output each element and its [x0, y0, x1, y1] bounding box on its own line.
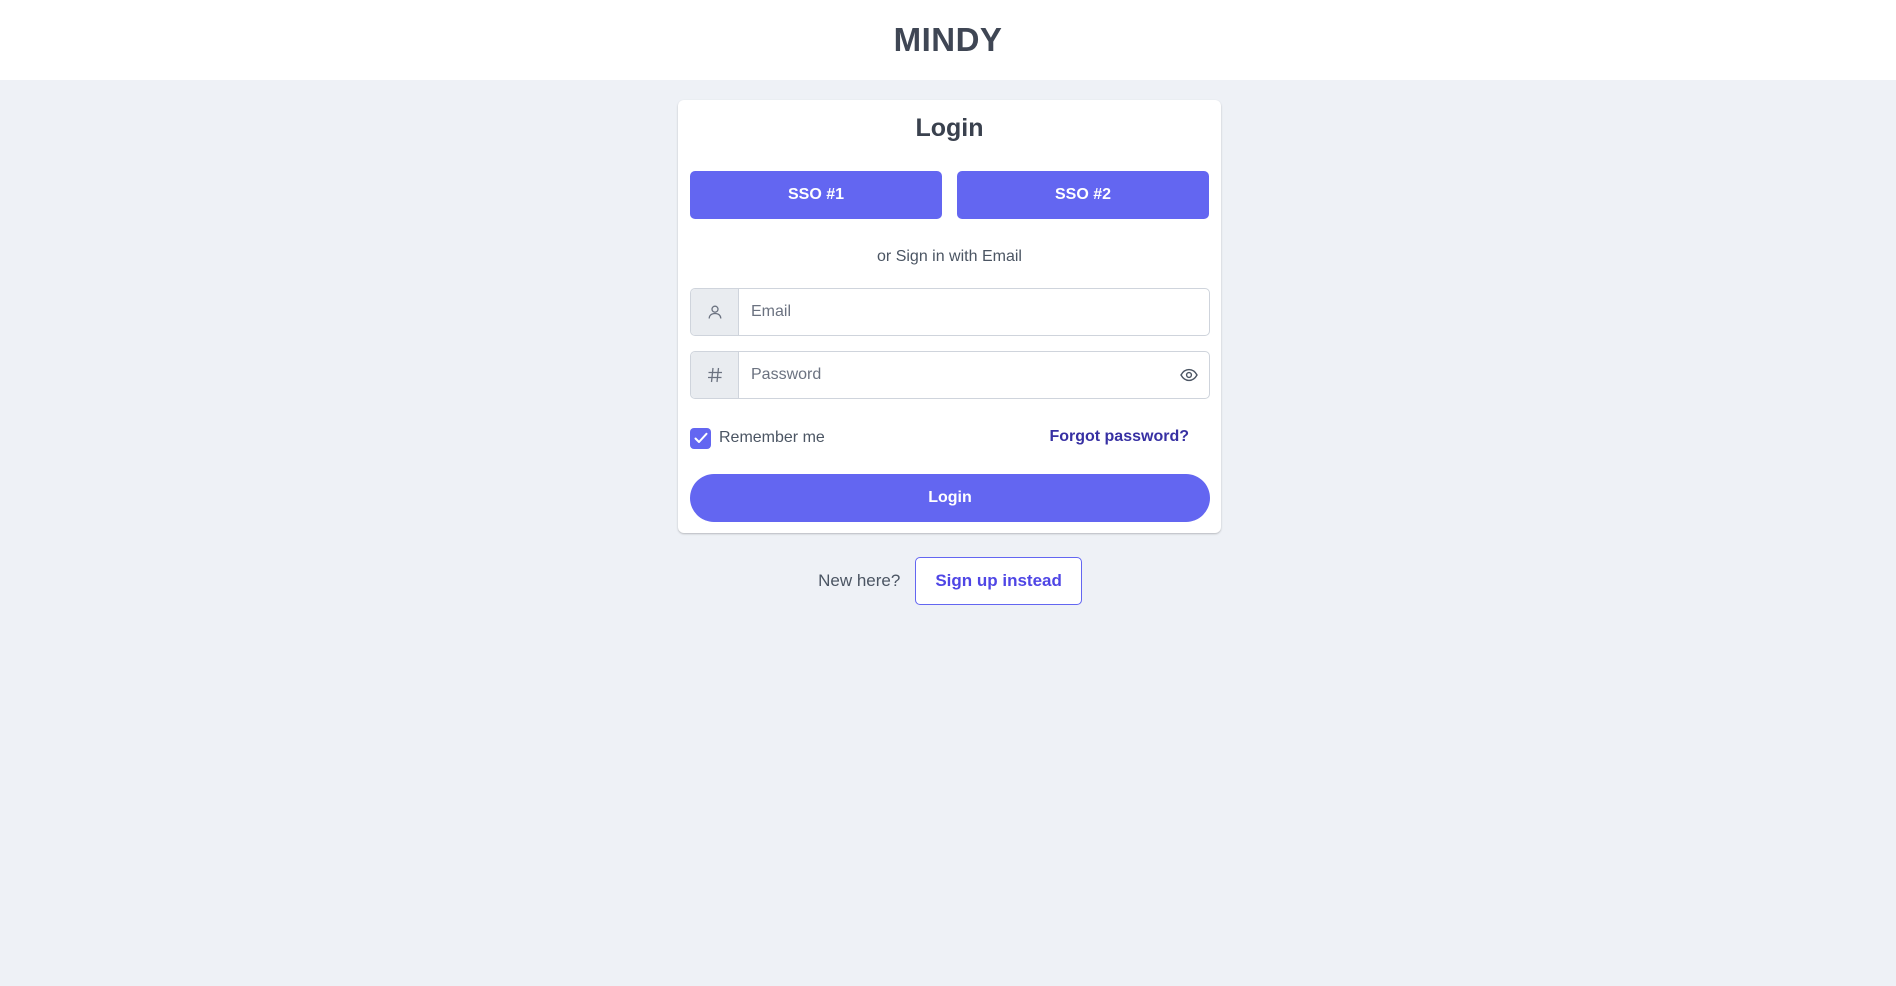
sign-up-button[interactable]: Sign up instead	[915, 557, 1082, 605]
user-icon	[691, 289, 739, 335]
checkbox-checked-icon[interactable]	[690, 427, 711, 449]
eye-icon[interactable]	[1169, 352, 1209, 398]
email-input[interactable]	[739, 289, 1209, 335]
signup-row: New here? Sign up instead	[0, 557, 1896, 605]
remember-me-label: Remember me	[719, 429, 825, 446]
email-field-group	[690, 288, 1210, 336]
hash-icon	[691, 352, 739, 398]
brand-logo: MINDY	[893, 21, 1003, 58]
remember-me-checkbox[interactable]: Remember me	[690, 426, 825, 450]
password-input[interactable]	[739, 352, 1169, 398]
forgot-password-link[interactable]: Forgot password?	[1049, 428, 1189, 446]
password-field-group	[690, 351, 1210, 399]
email-divider-text: or Sign in with Email	[877, 248, 1022, 265]
login-card: Login SSO #1 SSO #2 or Sign in with Emai…	[678, 100, 1221, 533]
sso-2-button[interactable]: SSO #2	[957, 171, 1209, 219]
sso-1-button[interactable]: SSO #1	[690, 171, 942, 219]
login-button[interactable]: Login	[690, 474, 1210, 522]
top-bar: MINDY	[0, 0, 1896, 80]
new-here-text: New here?	[818, 571, 901, 590]
page-title: Login	[915, 114, 984, 142]
